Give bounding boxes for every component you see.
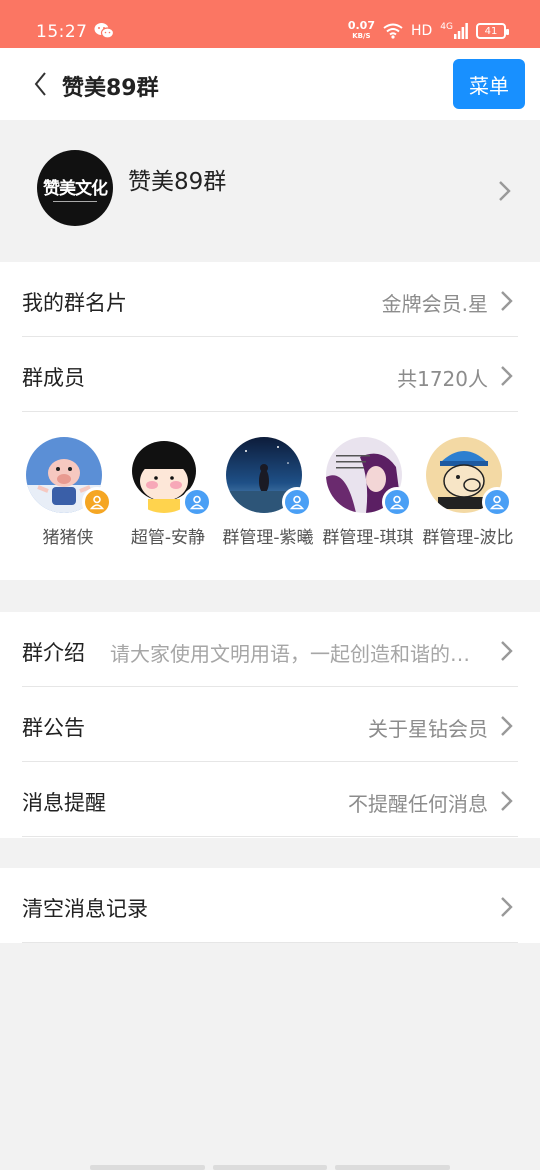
member-name: 超管-安静 <box>130 528 206 548</box>
group-name: 赞美89群 <box>128 169 227 195</box>
net-speed-unit: KB/S <box>352 32 371 40</box>
owner-badge <box>82 487 112 517</box>
row-label: 群介绍 <box>22 641 85 665</box>
status-time: 15:27 <box>36 22 88 42</box>
chevron-right-icon <box>501 791 513 811</box>
admin-badge <box>482 487 512 517</box>
menu-button[interactable]: 菜单 <box>453 59 525 109</box>
member-item[interactable]: 群管理-琪琪 <box>320 437 420 548</box>
member-item[interactable]: 群管理-波比 <box>420 437 520 548</box>
signal-label: 4G <box>440 22 453 32</box>
user-icon <box>289 495 305 510</box>
member-name: 群管理-紫曦 <box>222 528 314 548</box>
row-value: 关于星钻会员 <box>368 717 488 741</box>
section-group-settings: 群介绍 请大家使用文明用语，一起创造和谐的群聊环境 群公告 关于星钻会员 消息提… <box>0 612 540 838</box>
row-value: 共1720人 <box>397 367 488 391</box>
row-label: 群公告 <box>22 716 85 740</box>
header: 赞美89群 菜单 <box>0 48 540 120</box>
group-logo-text: 赞美文化 <box>43 178 108 199</box>
net-speed: 0.07 KB/S <box>347 19 375 41</box>
group-logo: 赞美文化 <box>37 150 113 226</box>
member-list: 猪猪侠 超管-安静 群管理-紫曦 群管理-琪琪 群管理-波比 <box>20 437 520 548</box>
chevron-right-icon <box>501 716 513 736</box>
user-icon <box>489 495 505 510</box>
row-label: 我的群名片 <box>22 291 127 315</box>
row-value: 请大家使用文明用语，一起创造和谐的群聊环境 <box>110 642 488 666</box>
user-icon <box>189 495 205 510</box>
section-members: 我的群名片 金牌会员.星 群成员 共1720人 猪猪侠 超管-安静 群管理-紫曦… <box>0 262 540 580</box>
chevron-left-icon <box>34 72 46 96</box>
chevron-right-icon <box>499 181 511 201</box>
battery-level: 41 <box>484 25 498 37</box>
chevron-right-icon <box>501 641 513 661</box>
hd-indicator: HD <box>410 23 433 39</box>
wechat-icon <box>94 23 114 39</box>
bottom-nav-hint <box>90 1165 451 1170</box>
member-name: 猪猪侠 <box>42 528 94 548</box>
status-right: 0.07 KB/S HD 4G 41 <box>347 18 509 44</box>
row-my-card-name[interactable]: 我的群名片 金牌会员.星 <box>22 262 518 337</box>
chevron-right-icon <box>501 291 513 311</box>
member-name: 群管理-波比 <box>422 528 514 548</box>
row-label: 清空消息记录 <box>22 897 148 921</box>
row-value: 不提醒任何消息 <box>348 792 488 816</box>
back-button[interactable] <box>20 64 60 104</box>
row-group-intro[interactable]: 群介绍 请大家使用文明用语，一起创造和谐的群聊环境 <box>22 612 518 687</box>
member-item[interactable]: 超管-安静 <box>120 437 220 548</box>
signal-icon <box>454 23 468 39</box>
row-group-members[interactable]: 群成员 共1720人 <box>22 337 518 412</box>
group-info-card[interactable]: 赞美文化 赞美89群 <box>0 120 540 262</box>
admin-badge <box>382 487 412 517</box>
chevron-right-icon <box>501 366 513 386</box>
row-label: 群成员 <box>22 366 85 390</box>
member-item[interactable]: 群管理-紫曦 <box>220 437 320 548</box>
page-title: 赞美89群 <box>62 76 159 101</box>
admin-badge <box>282 487 312 517</box>
chevron-right-icon <box>501 897 513 917</box>
member-item[interactable]: 猪猪侠 <box>20 437 120 548</box>
member-name: 群管理-琪琪 <box>322 528 414 548</box>
row-message-reminder[interactable]: 消息提醒 不提醒任何消息 <box>22 762 518 837</box>
battery-icon: 41 <box>476 23 509 39</box>
status-bar: 15:27 0.07 KB/S HD 4G 41 <box>0 0 540 48</box>
admin-badge <box>182 487 212 517</box>
row-clear-history[interactable]: 清空消息记录 <box>22 868 518 943</box>
row-value: 金牌会员.星 <box>381 292 488 316</box>
signal-indicator: 4G <box>440 23 468 39</box>
user-icon <box>89 495 105 510</box>
section-clear: 清空消息记录 <box>0 868 540 943</box>
group-logo-underline <box>53 200 97 203</box>
row-group-notice[interactable]: 群公告 关于星钻会员 <box>22 687 518 762</box>
net-speed-value: 0.07 <box>347 19 375 32</box>
row-label: 消息提醒 <box>22 791 106 815</box>
user-icon <box>389 495 405 510</box>
wifi-icon <box>383 23 403 39</box>
